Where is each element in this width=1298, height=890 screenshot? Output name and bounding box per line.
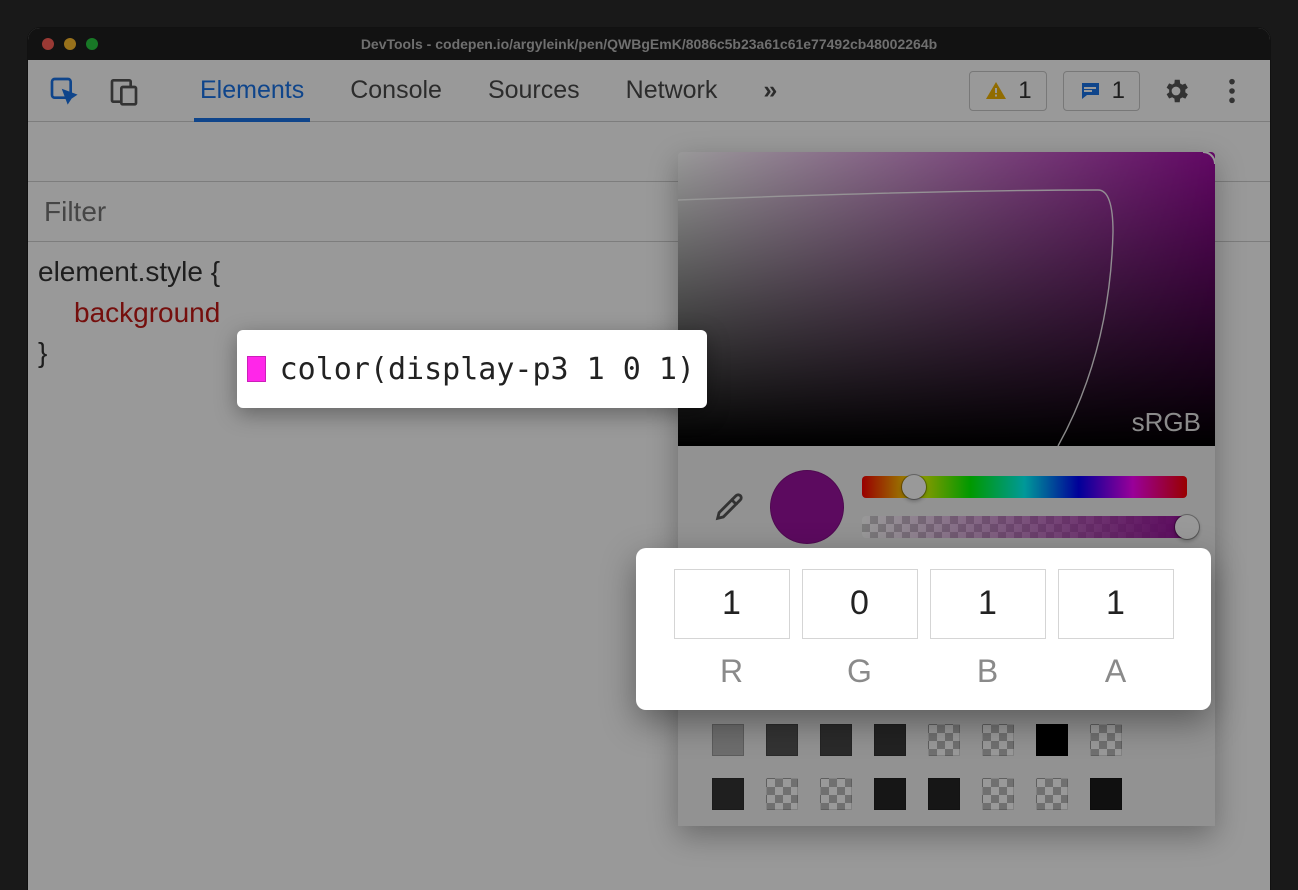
channel-a-label: A [1105, 653, 1126, 690]
channel-b-label: B [977, 653, 998, 690]
tab-console[interactable]: Console [350, 60, 442, 121]
devtools-toolbar: Elements Console Sources Network » 1 1 [28, 60, 1270, 122]
rgba-inputs-card: R G B A [636, 548, 1211, 710]
open-brace: { [203, 256, 220, 287]
color-swatch-icon[interactable] [247, 356, 266, 382]
swatch[interactable] [712, 778, 744, 810]
device-toggle-icon[interactable] [104, 71, 144, 111]
swatch[interactable] [874, 778, 906, 810]
swatch[interactable] [1036, 724, 1068, 756]
channel-g-label: G [847, 653, 872, 690]
swatch[interactable] [712, 724, 744, 756]
swatch[interactable] [820, 778, 852, 810]
toolbar-left [44, 71, 144, 111]
channel-g-input[interactable] [802, 569, 918, 639]
swatch[interactable] [766, 724, 798, 756]
window-title: DevTools - codepen.io/argyleink/pen/QWBg… [28, 36, 1270, 52]
panel-tabs: Elements Console Sources Network » [200, 60, 777, 121]
channel-r-input[interactable] [674, 569, 790, 639]
eyedropper-button[interactable] [706, 484, 752, 530]
swatch[interactable] [820, 724, 852, 756]
swatch[interactable] [874, 724, 906, 756]
inspect-element-icon[interactable] [44, 71, 84, 111]
swatch[interactable] [1090, 724, 1122, 756]
warnings-badge[interactable]: 1 [969, 71, 1046, 111]
tab-sources[interactable]: Sources [488, 60, 580, 121]
swatch[interactable] [982, 724, 1014, 756]
tab-elements[interactable]: Elements [200, 60, 304, 121]
window-maximize-button[interactable] [86, 38, 98, 50]
channel-r-label: R [720, 653, 743, 690]
css-value-tooltip: color(display-p3 1 0 1) [237, 330, 707, 408]
color-field[interactable]: sRGB [678, 152, 1215, 446]
settings-button[interactable] [1156, 71, 1196, 111]
warnings-count: 1 [1018, 77, 1031, 105]
messages-badge[interactable]: 1 [1063, 71, 1140, 111]
swatch[interactable] [982, 778, 1014, 810]
swatch[interactable] [1090, 778, 1122, 810]
swatch[interactable] [766, 778, 798, 810]
channel-a-input[interactable] [1058, 569, 1174, 639]
alpha-thumb[interactable] [1175, 515, 1199, 539]
color-picker-popup: sRGB [678, 152, 1215, 826]
window-close-button[interactable] [42, 38, 54, 50]
window-titlebar: DevTools - codepen.io/argyleink/pen/QWBg… [28, 28, 1270, 60]
messages-count: 1 [1112, 77, 1125, 105]
current-color-swatch[interactable] [770, 470, 844, 544]
tabs-overflow-button[interactable]: » [763, 60, 777, 121]
selector-text[interactable]: element.style [38, 256, 203, 287]
css-property-name[interactable]: background [74, 297, 220, 328]
traffic-lights [42, 38, 98, 50]
tab-network[interactable]: Network [626, 60, 718, 121]
window-minimize-button[interactable] [64, 38, 76, 50]
hue-slider[interactable] [862, 476, 1187, 498]
picker-controls-row [678, 446, 1215, 554]
gamut-boundary-line [678, 152, 1215, 446]
gamut-label: sRGB [1132, 407, 1201, 438]
channel-b-input[interactable] [930, 569, 1046, 639]
message-icon [1078, 79, 1102, 103]
swatch[interactable] [1036, 778, 1068, 810]
hue-thumb[interactable] [902, 475, 926, 499]
alpha-slider[interactable] [862, 516, 1187, 538]
swatch[interactable] [928, 724, 960, 756]
swatch[interactable] [928, 778, 960, 810]
css-value-text[interactable]: color(display-p3 1 0 1) [280, 352, 695, 387]
picker-sliders [862, 476, 1187, 538]
warning-icon [984, 79, 1008, 103]
more-menu-button[interactable] [1212, 71, 1252, 111]
